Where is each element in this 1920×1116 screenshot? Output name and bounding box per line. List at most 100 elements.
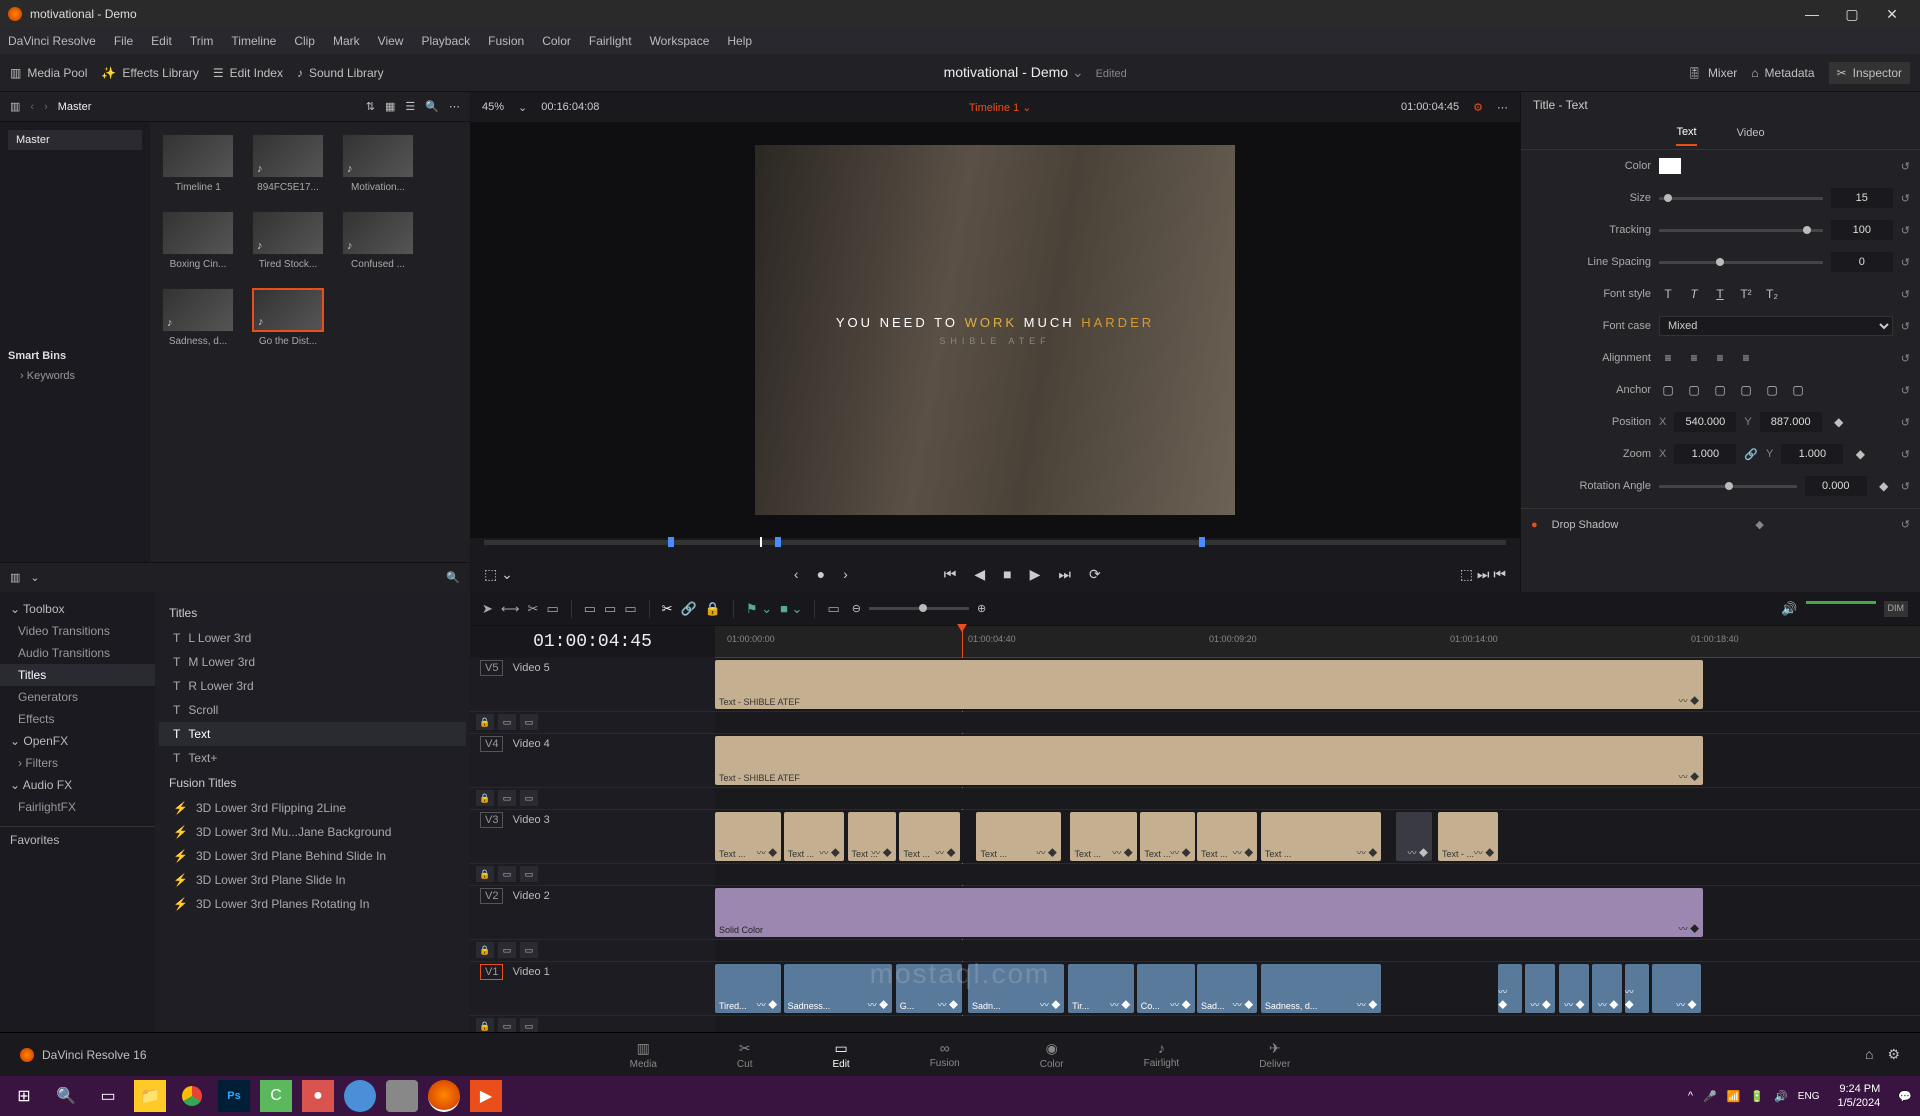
panel-layout-icon[interactable]: ▥ (10, 571, 20, 584)
auto-select-icon[interactable]: ▭ (498, 790, 516, 806)
anchor-ml-icon[interactable]: ▢ (1737, 383, 1755, 397)
fx-tree-titles[interactable]: Titles (0, 664, 155, 686)
mixer-toggle[interactable]: 🎚Mixer (1687, 66, 1738, 80)
viewer-canvas[interactable]: YOU NEED TO WORK MUCH HARDER SHIBLE ATEF (470, 122, 1520, 538)
app-icon[interactable] (344, 1080, 376, 1112)
play-icon[interactable]: ▶ (1030, 566, 1041, 583)
app-icon[interactable]: ▶ (470, 1080, 502, 1112)
title-item[interactable]: TText+ (159, 746, 466, 770)
clip[interactable]: G...〰 ◆ (896, 964, 962, 1013)
clip[interactable]: Text ...〰 ◆ (976, 812, 1060, 861)
explorer-icon[interactable]: 📁 (134, 1080, 166, 1112)
auto-select-icon[interactable]: ▭ (498, 942, 516, 958)
chrome-icon[interactable] (176, 1080, 208, 1112)
media-thumb[interactable]: Tired Stock... (252, 211, 324, 270)
timeline-ruler[interactable]: 01:00:00:0001:00:04:4001:00:09:2001:00:1… (715, 626, 1920, 658)
tray-battery-icon[interactable]: 🔋 (1750, 1090, 1764, 1103)
page-fusion[interactable]: ∞Fusion (930, 1040, 960, 1070)
replace-clip-icon[interactable]: ▭ (624, 601, 636, 617)
lock-icon[interactable]: 🔒 (476, 866, 494, 882)
clip[interactable]: Text ...〰 ◆ (1197, 812, 1257, 861)
mute-icon[interactable]: ▭ (520, 790, 538, 806)
trim-tool-icon[interactable]: ⟷ (501, 601, 520, 617)
clip[interactable]: Text ...〰 ◆ (1070, 812, 1136, 861)
camtasia-rec-icon[interactable]: ● (302, 1080, 334, 1112)
menu-davinci-resolve[interactable]: DaVinci Resolve (8, 34, 96, 48)
grid-view-icon[interactable]: ▦ (385, 100, 395, 113)
fusion-title-item[interactable]: ⚡3D Lower 3rd Planes Rotating In (159, 892, 466, 916)
menu-trim[interactable]: Trim (190, 34, 214, 48)
step-back-icon[interactable]: ◀ (974, 566, 985, 583)
fusion-title-item[interactable]: ⚡3D Lower 3rd Flipping 2Line (159, 796, 466, 820)
panel-layout-icon[interactable]: ▥ (10, 100, 20, 113)
tracking-value[interactable]: 100 (1831, 220, 1893, 240)
fontcase-select[interactable]: Mixed (1659, 316, 1893, 336)
go-start-icon[interactable]: ⏮ (944, 566, 957, 583)
sound-library-toggle[interactable]: ♪Sound Library (297, 66, 384, 80)
overwrite-clip-icon[interactable]: ▭ (604, 601, 616, 617)
align-justify-icon[interactable]: ≡ (1737, 351, 1755, 365)
reset-icon[interactable]: ↺ (1901, 288, 1910, 301)
notification-icon[interactable]: 💬 (1898, 1090, 1912, 1103)
clip[interactable]: 〰 ◆ (1396, 812, 1432, 861)
clip[interactable]: Sadn...〰 ◆ (968, 964, 1064, 1013)
chevron-down-icon[interactable]: ⌄ (518, 101, 527, 114)
clip[interactable]: Sadness...〰 ◆ (784, 964, 892, 1013)
page-color[interactable]: ◉Color (1040, 1040, 1064, 1070)
reset-icon[interactable]: ↺ (1901, 416, 1910, 429)
reset-icon[interactable]: ↺ (1901, 320, 1910, 333)
viewer-scrubber[interactable] (470, 538, 1520, 556)
fusion-title-item[interactable]: ⚡3D Lower 3rd Plane Behind Slide In (159, 844, 466, 868)
search-icon[interactable]: 🔍 (50, 1080, 82, 1112)
marker-icon[interactable]: ■ ⌄ (780, 601, 802, 617)
rotation-value[interactable]: 0.000 (1805, 476, 1867, 496)
clip[interactable]: Sad...〰 ◆ (1197, 964, 1257, 1013)
metadata-toggle[interactable]: ⌂Metadata (1751, 66, 1814, 80)
next-marker-icon[interactable]: › (843, 566, 848, 582)
menu-color[interactable]: Color (542, 34, 571, 48)
mute-icon[interactable]: ▭ (520, 942, 538, 958)
clip[interactable]: 〰 ◆ (1625, 964, 1649, 1013)
menu-help[interactable]: Help (727, 34, 752, 48)
menu-fusion[interactable]: Fusion (488, 34, 524, 48)
mute-icon[interactable]: ▭ (520, 714, 538, 730)
clip[interactable]: Tir...〰 ◆ (1068, 964, 1134, 1013)
taskbar-clock[interactable]: 9:24 PM 1/5/2024 (1829, 1082, 1888, 1111)
linespacing-slider[interactable] (1659, 261, 1823, 264)
options-icon[interactable]: ⋯ (1497, 101, 1508, 114)
track-body[interactable]: Text ...〰 ◆Text ...〰 ◆Text ...〰 ◆Text ..… (715, 810, 1920, 863)
tab-video[interactable]: Video (1737, 127, 1765, 145)
lock-icon[interactable]: 🔒 (476, 942, 494, 958)
anchor-tc-icon[interactable]: ▢ (1685, 383, 1703, 397)
media-thumb[interactable]: 894FC5E17... (252, 134, 324, 193)
tray-mic-icon[interactable]: 🎤 (1703, 1090, 1717, 1103)
page-media[interactable]: ▥Media (630, 1040, 657, 1070)
reset-icon[interactable]: ↺ (1901, 256, 1910, 269)
insert-tool-icon[interactable]: ▭ (546, 601, 558, 617)
app-icon[interactable] (386, 1080, 418, 1112)
track-body[interactable]: Text - SHIBLE ATEF〰 ◆ (715, 734, 1920, 787)
anchor-mc-icon[interactable]: ▢ (1763, 383, 1781, 397)
fx-tree-generators[interactable]: Generators (0, 686, 155, 708)
timeline-zoom-slider[interactable]: ⊖ ⊕ (852, 602, 1770, 615)
media-thumb[interactable]: Confused ... (342, 211, 414, 270)
gear-icon[interactable]: ⚙ (1887, 1046, 1900, 1063)
menu-edit[interactable]: Edit (151, 34, 172, 48)
loop-icon[interactable]: ⟳ (1089, 566, 1101, 583)
clip[interactable]: Text ...〰 ◆ (1261, 812, 1382, 861)
minimize-button[interactable]: — (1792, 6, 1832, 22)
clip[interactable]: 〰 ◆ (1498, 964, 1522, 1013)
size-slider[interactable] (1659, 197, 1823, 200)
home-icon[interactable]: ⌂ (1865, 1046, 1873, 1063)
pos-y[interactable]: 887.000 (1760, 412, 1822, 432)
lock-icon[interactable]: 🔒 (705, 601, 721, 617)
auto-select-icon[interactable]: ▭ (498, 714, 516, 730)
menu-timeline[interactable]: Timeline (231, 34, 276, 48)
gear-icon[interactable]: ⚙ (1473, 101, 1483, 114)
lock-icon[interactable]: 🔒 (476, 1018, 494, 1032)
tray-chevron-icon[interactable]: ^ (1688, 1090, 1693, 1102)
start-button[interactable]: ⊞ (8, 1080, 40, 1112)
size-value[interactable]: 15 (1831, 188, 1893, 208)
edit-index-toggle[interactable]: ☰Edit Index (213, 66, 283, 80)
tray-wifi-icon[interactable]: 📶 (1727, 1090, 1741, 1103)
